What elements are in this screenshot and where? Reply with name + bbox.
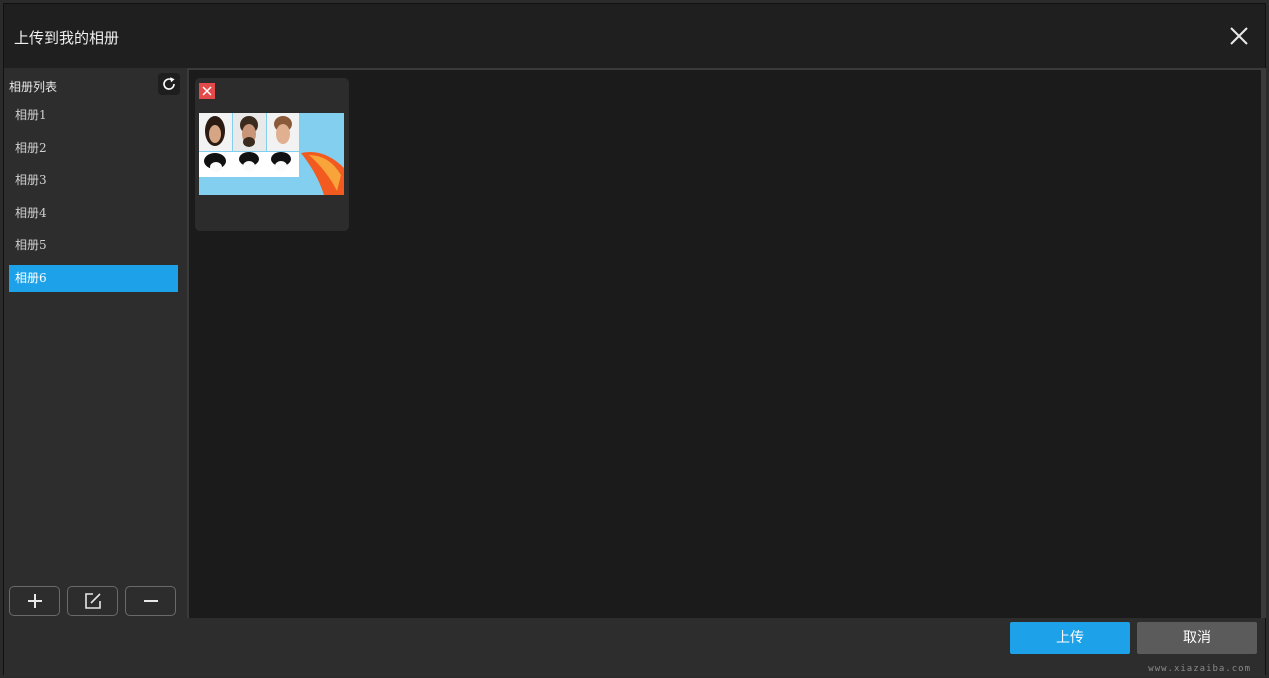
cancel-button[interactable]: 取消 — [1137, 622, 1257, 654]
add-album-button[interactable] — [9, 586, 60, 616]
album-item-3[interactable]: 相册3 — [9, 167, 178, 194]
minus-icon — [143, 600, 158, 602]
album-item-4[interactable]: 相册4 — [9, 200, 178, 227]
watermark-text: www.xiazaiba.com — [1148, 664, 1251, 674]
close-button[interactable] — [1227, 24, 1251, 48]
refresh-button[interactable] — [158, 73, 180, 95]
close-icon — [1230, 27, 1248, 45]
photo-grid — [187, 68, 1261, 618]
plus-icon — [27, 594, 42, 608]
album-sidebar: 相册列表 相册1 相册2 相册3 相册4 相册5 相册6 — [4, 68, 187, 618]
album-item-1[interactable]: 相册1 — [9, 102, 178, 129]
dialog-footer: 上传 取消 www.xiazaiba.com — [4, 618, 1265, 676]
dialog-titlebar: 上传到我的相册 — [4, 4, 1265, 68]
edit-album-button[interactable] — [67, 586, 118, 616]
close-icon — [202, 86, 212, 96]
refresh-icon — [163, 77, 175, 90]
album-list: 相册1 相册2 相册3 相册4 相册5 相册6 — [9, 102, 178, 297]
photo-card[interactable] — [195, 78, 349, 231]
dialog-title: 上传到我的相册 — [14, 29, 120, 47]
delete-album-button[interactable] — [125, 586, 176, 616]
upload-album-dialog: 上传到我的相册 相册列表 相册1 相册2 相册3 相册4 相册5 相册6 上传 … — [3, 3, 1266, 676]
photo-image — [199, 113, 344, 195]
upload-button[interactable]: 上传 — [1010, 622, 1130, 654]
album-list-header: 相册列表 — [9, 80, 58, 94]
album-item-5[interactable]: 相册5 — [9, 232, 178, 259]
album-item-6[interactable]: 相册6 — [9, 264, 178, 292]
photo-thumbnail — [199, 113, 344, 195]
remove-photo-button[interactable] — [199, 83, 215, 99]
album-item-2[interactable]: 相册2 — [9, 135, 178, 162]
edit-icon — [84, 593, 101, 609]
vertical-scrollbar[interactable] — [1261, 68, 1266, 618]
